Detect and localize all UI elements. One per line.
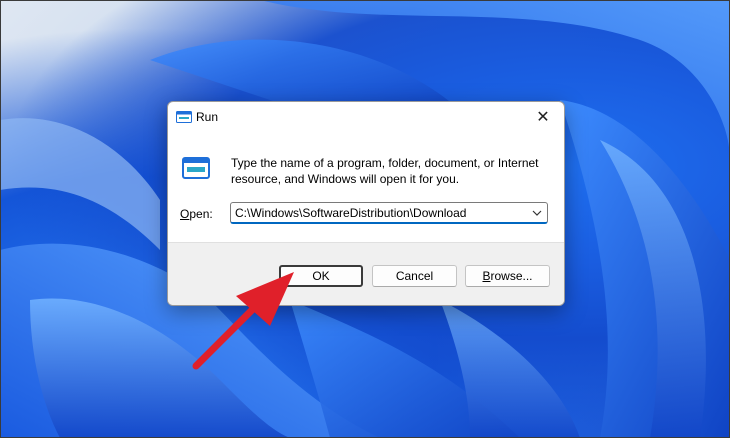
dialog-description: Type the name of a program, folder, docu… xyxy=(231,156,539,186)
ok-button[interactable]: OK xyxy=(279,265,363,287)
browse-button[interactable]: Browse... xyxy=(465,265,550,287)
button-bar: OK Cancel Browse... xyxy=(168,242,564,305)
cancel-button[interactable]: Cancel xyxy=(372,265,457,287)
open-label: Open: xyxy=(180,207,213,221)
dialog-content: Type the name of a program, folder, docu… xyxy=(168,132,564,242)
run-icon xyxy=(176,111,192,123)
chevron-down-icon[interactable] xyxy=(531,206,543,220)
run-icon xyxy=(182,157,210,179)
close-icon: ✕ xyxy=(536,109,550,126)
title-bar[interactable]: Run ✕ xyxy=(168,102,564,132)
open-input[interactable]: C:\Windows\SoftwareDistribution\Download xyxy=(235,206,466,220)
run-dialog: Run ✕ Type the name of a program, folder… xyxy=(167,101,565,306)
open-label-text: pen: xyxy=(189,207,213,221)
close-button[interactable]: ✕ xyxy=(522,102,564,132)
browse-accelerator: B xyxy=(482,269,491,283)
browse-label: rowse... xyxy=(490,269,533,283)
open-combobox[interactable]: C:\Windows\SoftwareDistribution\Download xyxy=(230,202,548,224)
open-label-accelerator: O xyxy=(180,207,190,221)
dialog-title: Run xyxy=(196,110,219,124)
